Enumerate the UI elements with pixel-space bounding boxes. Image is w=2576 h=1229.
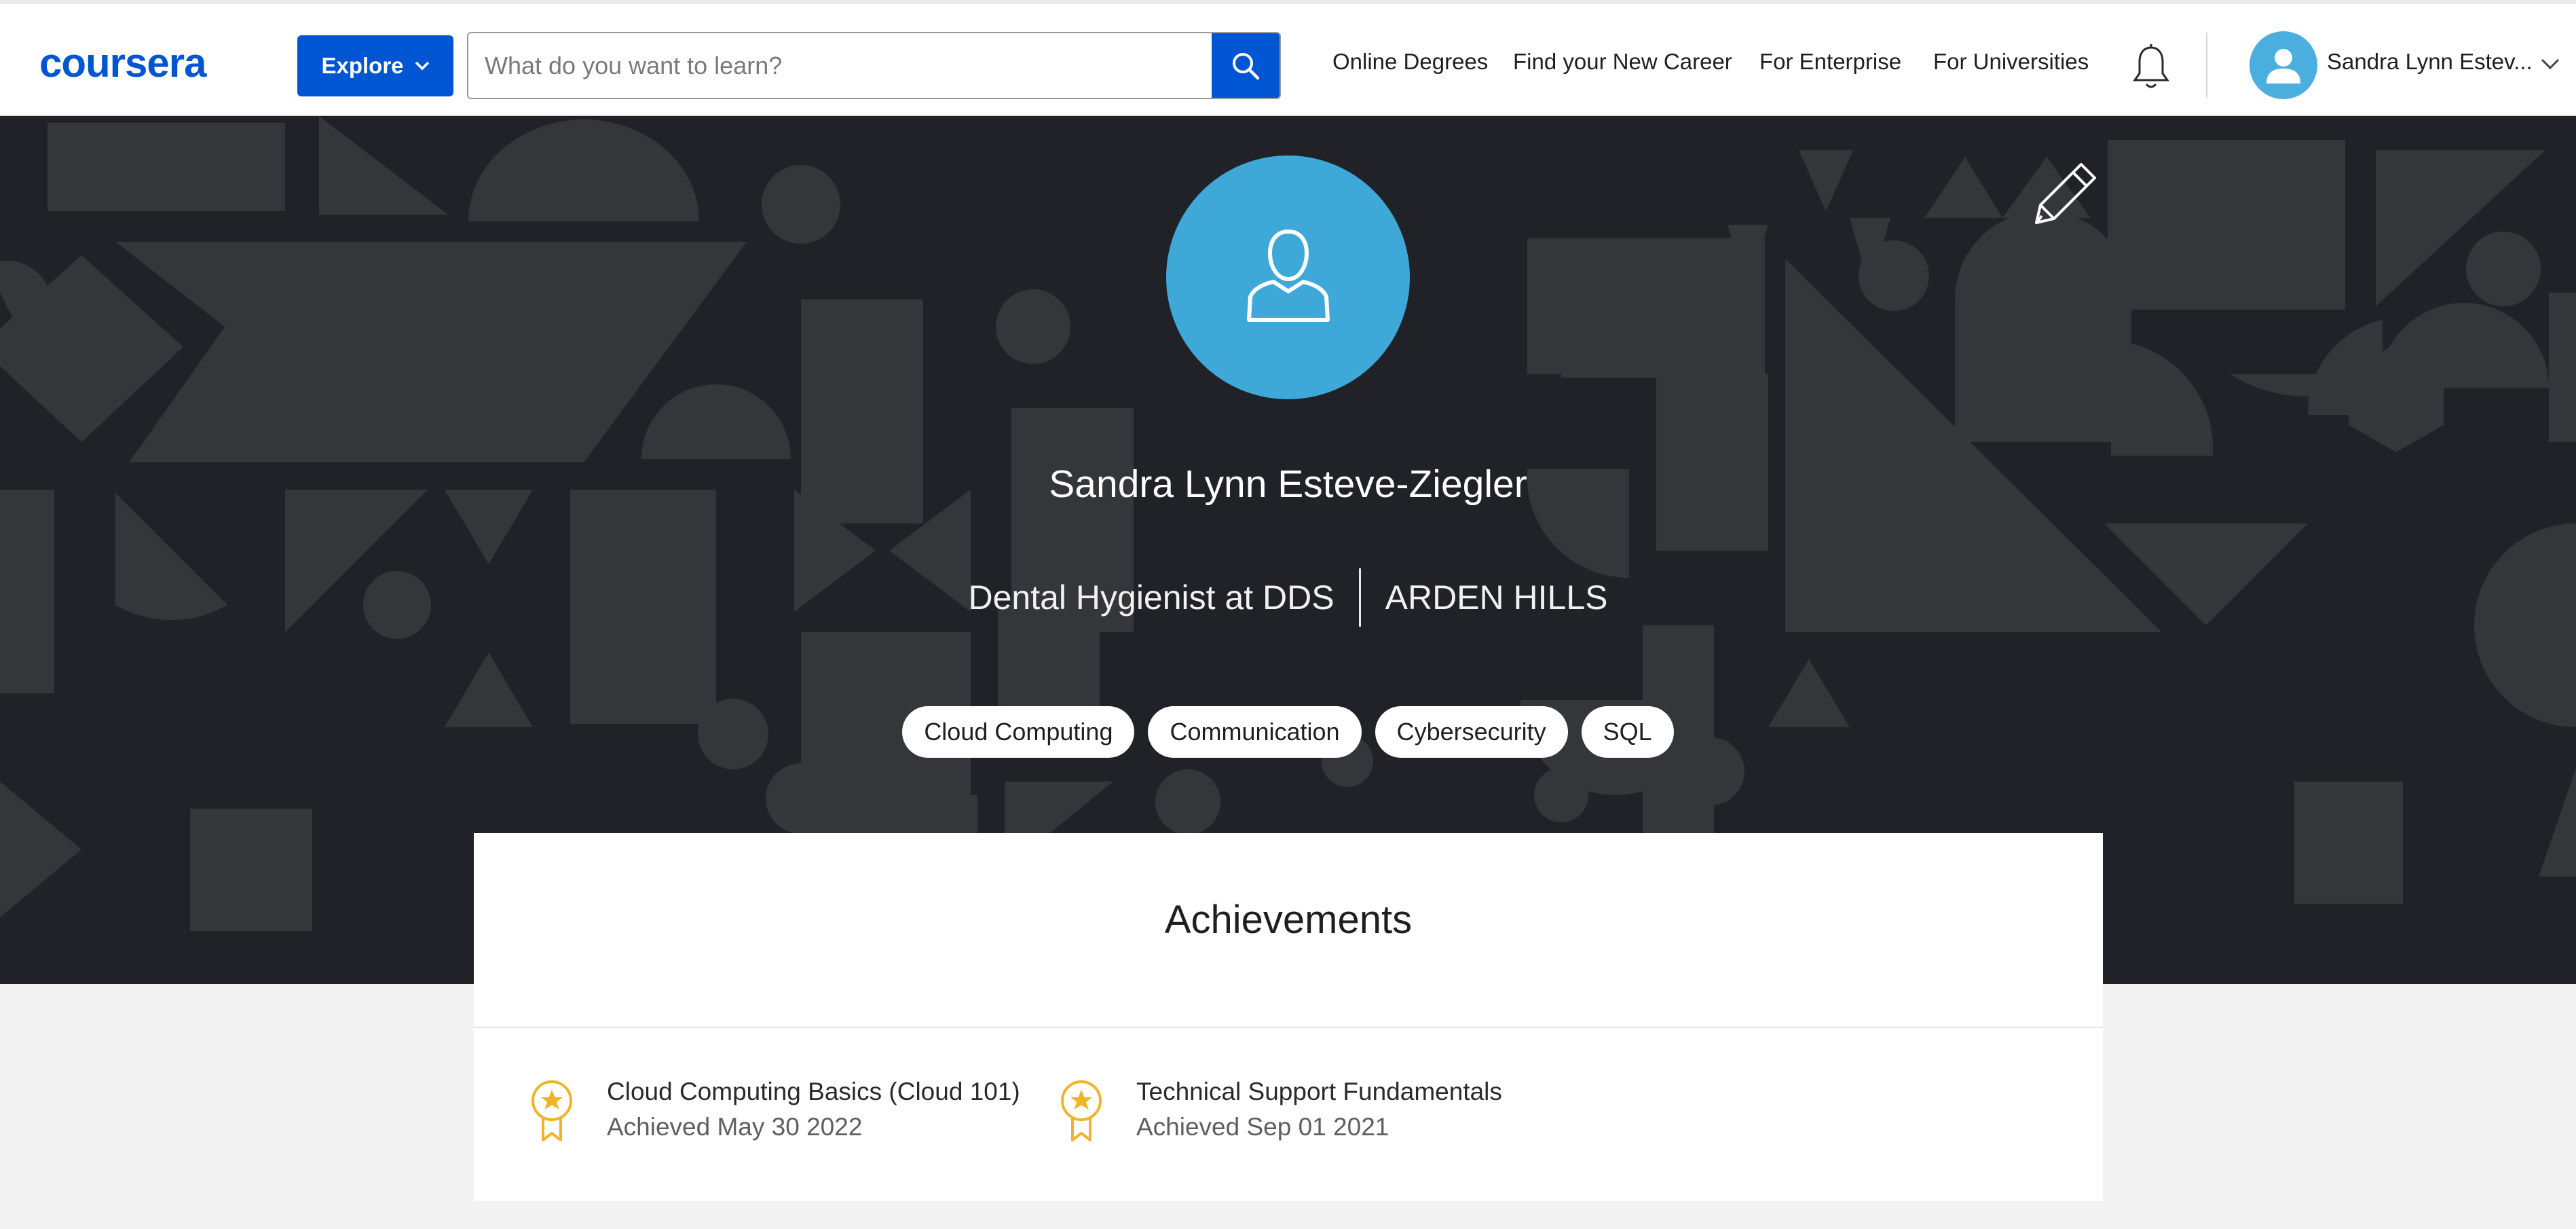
achievement-title[interactable]: Technical Support Fundamentals xyxy=(1136,1078,1502,1106)
achievement-date: Achieved Sep 01 2021 xyxy=(1136,1113,1389,1141)
headline-divider xyxy=(1358,568,1361,627)
search-bar xyxy=(467,32,1281,99)
bell-icon[interactable] xyxy=(2131,43,2171,92)
user-name-menu[interactable]: Sandra Lynn Estev... xyxy=(2327,49,2533,75)
search-button[interactable] xyxy=(1212,33,1280,98)
achievement-date: Achieved May 30 2022 xyxy=(607,1113,863,1141)
nav-for-enterprise[interactable]: For Enterprise xyxy=(1759,49,1901,75)
achievement-text: Cloud Computing Basics (Cloud 101) Achie… xyxy=(607,1078,1020,1143)
chevron-down-icon[interactable] xyxy=(2540,57,2560,72)
nav-online-degrees[interactable]: Online Degrees xyxy=(1332,49,1488,75)
chevron-down-icon xyxy=(415,61,429,71)
divider xyxy=(474,1027,2103,1028)
achievement-text: Technical Support Fundamentals Achieved … xyxy=(1136,1078,1502,1143)
user-icon xyxy=(2266,49,2300,84)
explore-label: Explore xyxy=(321,53,404,78)
header-divider xyxy=(2206,33,2207,98)
profile-name: Sandra Lynn Esteve-Ziegler xyxy=(1049,462,1527,506)
skills-list: Cloud Computing Communication Cybersecur… xyxy=(0,706,2576,758)
profile-avatar[interactable] xyxy=(1166,155,1410,399)
profile-headline: Dental Hygienist at DDS xyxy=(968,579,1334,617)
skill-chip[interactable]: SQL xyxy=(1581,706,1674,758)
award-ribbon-icon xyxy=(531,1080,572,1141)
profile-location: ARDEN HILLS xyxy=(1385,579,1608,617)
pencil-icon[interactable] xyxy=(2021,158,2103,232)
skill-chip[interactable]: Cybersecurity xyxy=(1375,706,1568,758)
page: coursera Explore Online Degrees Find you… xyxy=(0,0,2576,1229)
search-input[interactable] xyxy=(468,33,1212,98)
achievement-item[interactable]: Technical Support Fundamentals Achieved … xyxy=(1058,1078,1502,1143)
coursera-logo[interactable]: coursera xyxy=(39,39,206,86)
top-navigation-bar: coursera Explore Online Degrees Find you… xyxy=(0,0,2576,116)
profile-headline-row: Dental Hygienist at DDS ARDEN HILLS xyxy=(0,568,2576,627)
skill-chip[interactable]: Communication xyxy=(1148,706,1362,758)
nav-find-new-career[interactable]: Find your New Career xyxy=(1513,49,1732,75)
user-icon xyxy=(1246,229,1330,322)
achievement-item[interactable]: Cloud Computing Basics (Cloud 101) Achie… xyxy=(528,1078,1020,1143)
achievements-card: Achievements Cloud Computing Basics (Clo… xyxy=(474,833,2103,1201)
search-icon xyxy=(1233,52,1260,79)
avatar[interactable] xyxy=(2250,31,2317,99)
skill-chip[interactable]: Cloud Computing xyxy=(902,706,1135,758)
award-ribbon-icon xyxy=(1061,1080,1102,1141)
achievements-title: Achievements xyxy=(1164,898,1413,942)
achievement-title[interactable]: Cloud Computing Basics (Cloud 101) xyxy=(607,1078,1020,1106)
explore-button[interactable]: Explore xyxy=(297,35,453,96)
nav-for-universities[interactable]: For Universities xyxy=(1933,49,2089,75)
